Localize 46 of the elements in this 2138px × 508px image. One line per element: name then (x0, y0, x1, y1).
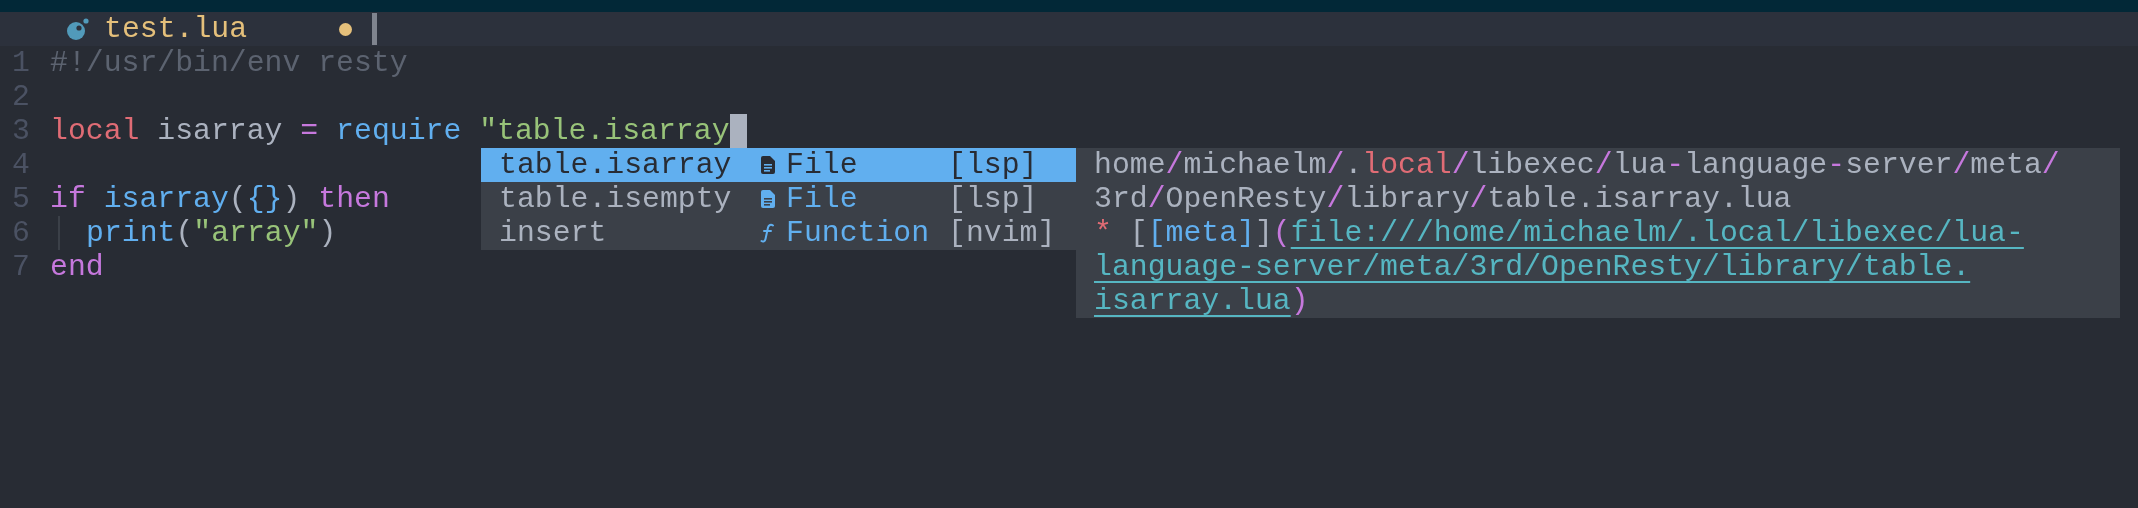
tab-separator (372, 13, 378, 45)
doc-text: * (1094, 216, 1112, 250)
completion-item[interactable]: table.isarray File [lsp] (481, 148, 1076, 182)
file-link[interactable]: file:///home/michaelm/.local/libexec/lua- (1290, 216, 2024, 250)
completion-item[interactable]: table.isempty File [lsp] (481, 182, 1076, 216)
doc-text: - (1666, 148, 1685, 182)
doc-text: / (2041, 148, 2060, 182)
doc-text: michaelm (1183, 148, 1327, 182)
doc-text: / (1451, 148, 1470, 182)
doc-text: lua (1612, 148, 1667, 182)
doc-text: table.isarray.lua (1487, 182, 1792, 216)
file-icon (758, 190, 778, 208)
doc-text: / (1952, 148, 1971, 182)
doc-text: ) (1290, 284, 1309, 318)
doc-text: meta (1970, 148, 2042, 182)
doc-text: [ (1128, 216, 1148, 250)
doc-text: / (1326, 182, 1345, 216)
doc-text: home (1094, 148, 1166, 182)
doc-text: [meta] (1147, 216, 1255, 250)
file-link[interactable]: isarray.lua (1094, 284, 1291, 318)
tab-title[interactable]: test.lua (104, 12, 248, 46)
code-line: if isarray({}) then (50, 182, 390, 216)
code-line: end (50, 250, 104, 284)
code-line: print("array") (86, 216, 337, 250)
code-line: local isarray = require "table.isarray (50, 114, 730, 148)
doc-text: ( (1272, 216, 1291, 250)
doc-text: libexec (1469, 148, 1595, 182)
code-line: #!/usr/bin/env resty (50, 46, 408, 80)
doc-text: / (1147, 182, 1166, 216)
doc-text: / (1594, 148, 1613, 182)
doc-text: library (1344, 182, 1470, 216)
doc-text: / (1165, 148, 1184, 182)
file-link[interactable]: language-server/meta/3rd/OpenResty/library/table. (1094, 250, 1971, 284)
doc-text: language (1684, 148, 1828, 182)
doc-text: / (1326, 148, 1345, 182)
doc-text: ] (1254, 216, 1273, 250)
doc-text: 3rd (1094, 182, 1148, 216)
doc-text: OpenResty (1165, 182, 1327, 216)
doc-text: local (1362, 148, 1452, 182)
doc-text: / (1469, 182, 1488, 216)
doc-text: server (1845, 148, 1953, 182)
doc-text: - (1827, 148, 1846, 182)
moon-icon (66, 17, 90, 41)
doc-text: . (1344, 148, 1363, 182)
file-icon (758, 156, 778, 174)
completion-item[interactable]: insert Function [nvim] (481, 216, 1076, 250)
